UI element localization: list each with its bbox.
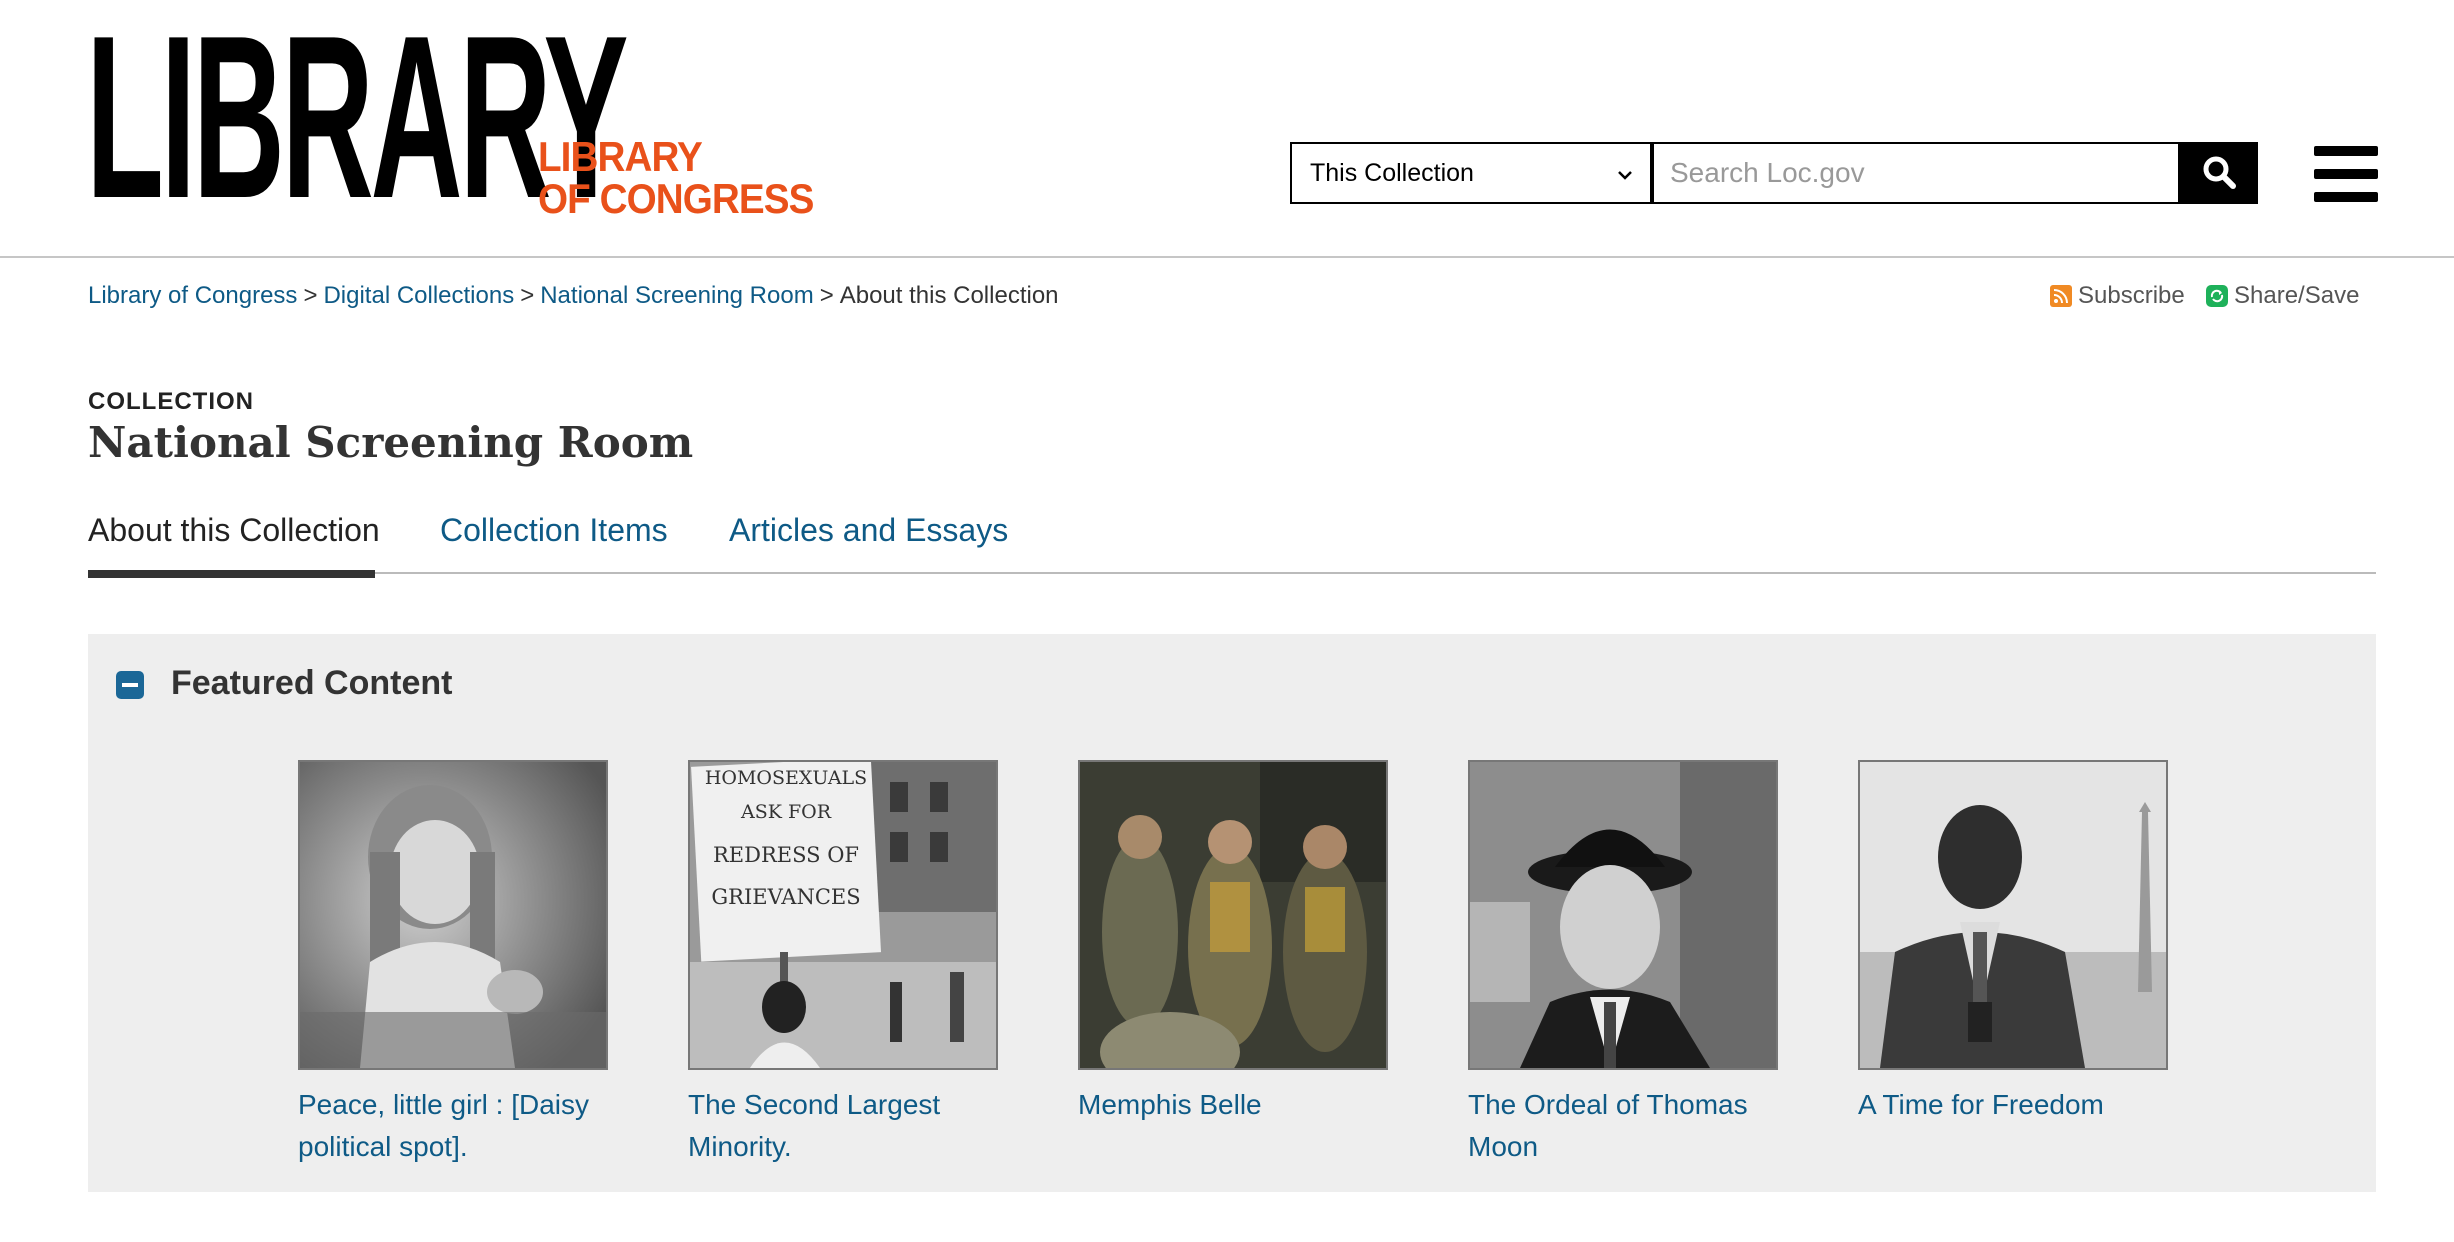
featured-link-time-for-freedom[interactable]: A Time for Freedom (1858, 1084, 2168, 1126)
logo-subtitle: LIBRARY OF CONGRESS (538, 136, 837, 220)
featured-item: HOMOSEXUALS ASK FOR REDRESS OF GRIEVANCE… (688, 760, 998, 1168)
logo-subtitle-line1: LIBRARY (538, 133, 703, 180)
search-scope-select[interactable]: This Collection (1290, 142, 1652, 204)
tab-articles-and-essays[interactable]: Articles and Essays (729, 512, 1008, 549)
search-button[interactable] (2180, 142, 2258, 204)
collection-kicker: COLLECTION (88, 388, 254, 415)
tab-label: About this Collection (88, 512, 380, 548)
tab-about-this-collection[interactable]: About this Collection (88, 512, 380, 549)
featured-link-memphis-belle[interactable]: Memphis Belle (1078, 1084, 1388, 1126)
search-input[interactable] (1652, 142, 2180, 204)
featured-item: Peace, little girl : [Daisy political sp… (298, 760, 608, 1168)
breadcrumb: Library of Congress > Digital Collections >… (88, 282, 1059, 310)
page-title: National Screening Room (88, 418, 694, 467)
breadcrumb-separator: > (819, 282, 834, 309)
featured-link-peace-little-girl[interactable]: Peace, little girl : [Daisy political sp… (298, 1084, 608, 1168)
tab-collection-items[interactable]: Collection Items (440, 512, 668, 549)
breadcrumb-separator: > (303, 282, 318, 309)
hamburger-menu-icon[interactable] (2314, 146, 2378, 202)
share-save-link[interactable]: Share/Save (2206, 282, 2359, 310)
chevron-down-icon (1618, 160, 1632, 186)
featured-thumbnail-ordeal-of-thomas-moon[interactable] (1468, 760, 1778, 1070)
breadcrumb-link-loc[interactable]: Library of Congress (88, 282, 297, 309)
share-save-label: Share/Save (2234, 282, 2360, 309)
sign-text-line: REDRESS OF (713, 843, 859, 867)
logo-subtitle-line2: OF CONGRESS (538, 175, 814, 222)
featured-link-ordeal-of-thomas-moon[interactable]: The Ordeal of Thomas Moon (1468, 1084, 1778, 1168)
featured-item: A Time for Freedom (1858, 760, 2168, 1126)
subscribe-label: Subscribe (2078, 282, 2185, 309)
breadcrumb-current: About this Collection (839, 282, 1059, 309)
featured-content-panel: Featured Content Peace, little girl : [D… (88, 634, 2376, 1192)
search-scope-value: This Collection (1310, 158, 1474, 187)
breadcrumb-link-national-screening-room[interactable]: National Screening Room (540, 282, 813, 309)
featured-thumbnail-memphis-belle[interactable] (1078, 760, 1388, 1070)
search-icon (2202, 155, 2236, 192)
share-icon (2206, 285, 2228, 307)
featured-link-second-largest-minority[interactable]: The Second Largest Minority. (688, 1084, 998, 1168)
subscribe-link[interactable]: Subscribe (2050, 282, 2185, 310)
sign-text-line: GRIEVANCES (711, 885, 860, 909)
collection-tabs: About this Collection Collection Items A… (88, 512, 2376, 578)
featured-item: The Ordeal of Thomas Moon (1468, 760, 1778, 1168)
collapse-minus-icon[interactable] (116, 671, 144, 699)
featured-thumbnail-peace-little-girl[interactable] (298, 760, 608, 1070)
rss-icon (2050, 285, 2072, 307)
featured-content-heading: Featured Content (171, 664, 453, 702)
breadcrumb-link-digital-collections[interactable]: Digital Collections (323, 282, 514, 309)
site-header: LIBRARY LIBRARY OF CONGRESS This Collect… (0, 0, 2454, 258)
featured-item: Memphis Belle (1078, 760, 1388, 1126)
sign-text-line: HOMOSEXUALS (705, 767, 867, 789)
sign-text-line: ASK FOR (740, 801, 832, 823)
featured-thumbnail-time-for-freedom[interactable] (1858, 760, 2168, 1070)
featured-thumbnail-second-largest-minority[interactable]: HOMOSEXUALS ASK FOR REDRESS OF GRIEVANCE… (688, 760, 998, 1070)
active-tab-indicator (88, 570, 375, 578)
breadcrumb-separator: > (520, 282, 535, 309)
